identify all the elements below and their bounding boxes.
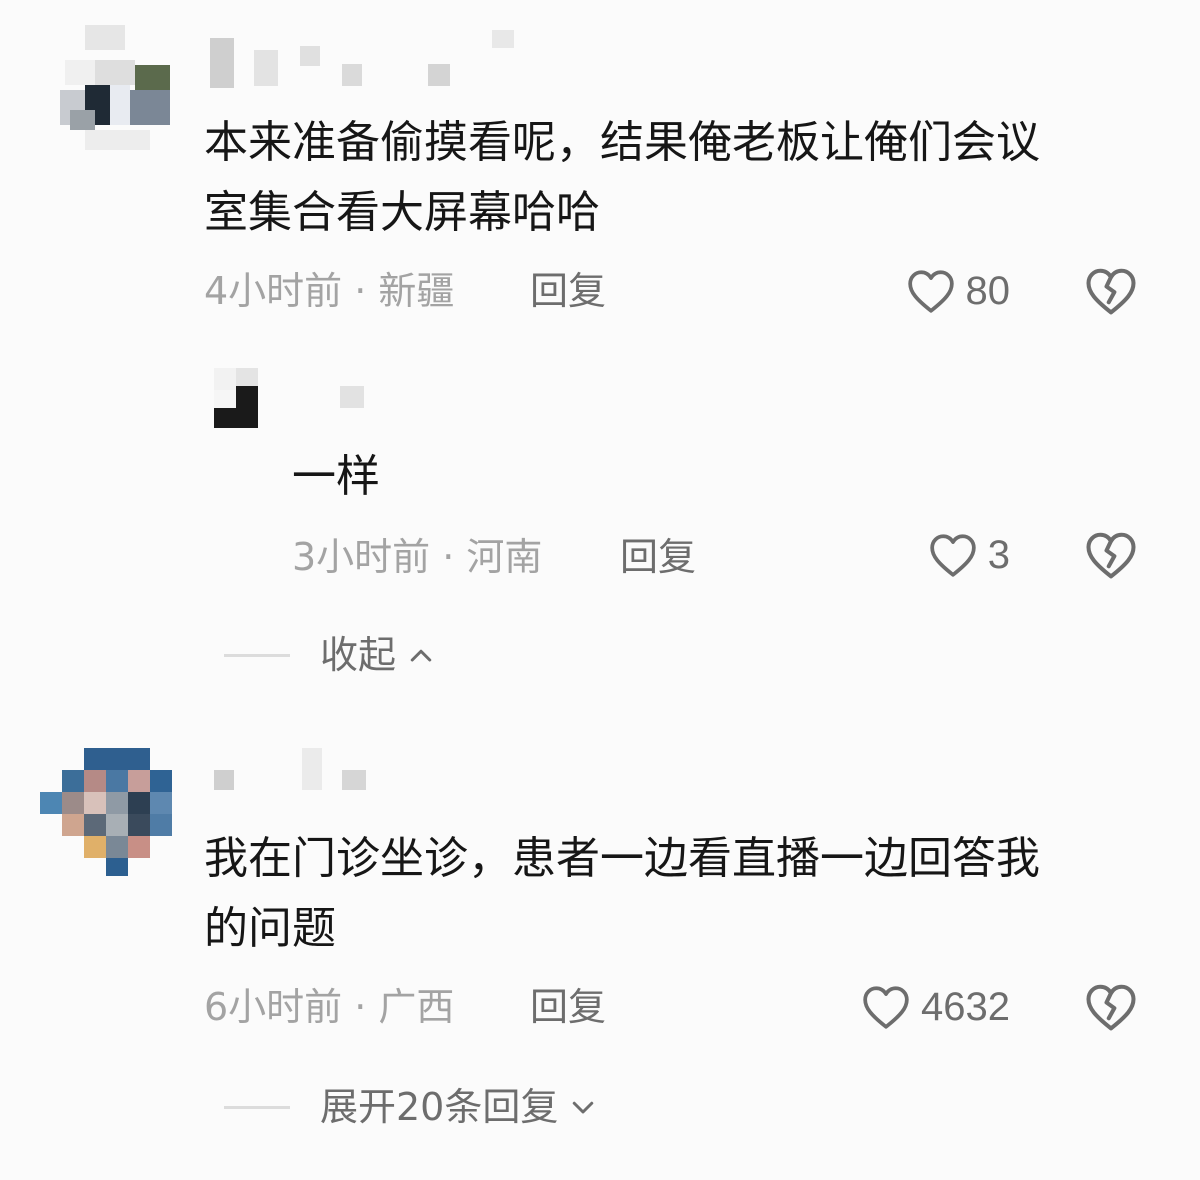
- reply-text: 一样: [292, 451, 380, 502]
- avatar[interactable]: [40, 748, 172, 876]
- like-count: 3: [987, 533, 1010, 577]
- heart-outline-icon: [907, 270, 954, 313]
- dislike-button[interactable]: [1084, 982, 1138, 1032]
- divider: [224, 1105, 290, 1109]
- dislike-button[interactable]: [1084, 530, 1138, 580]
- heart-outline-icon: [930, 534, 976, 577]
- like-button[interactable]: 4632: [810, 982, 1010, 1032]
- reply-meta: 3小时前 · 河南: [292, 535, 543, 579]
- broken-heart-icon: [1086, 532, 1136, 579]
- expand-label: 展开20条回复: [320, 1085, 559, 1129]
- comment-meta: 4小时前 · 新疆: [204, 269, 455, 313]
- collapse-replies-button[interactable]: 收起: [224, 632, 438, 678]
- reply-button[interactable]: 回复: [530, 984, 606, 1030]
- divider: [224, 653, 290, 657]
- collapse-label: 收起: [320, 633, 397, 677]
- like-count: 4632: [921, 985, 1010, 1029]
- broken-heart-icon: [1086, 268, 1136, 315]
- chevron-down-icon: [573, 1101, 594, 1114]
- reply-button[interactable]: 回复: [530, 268, 606, 314]
- comment-text: 本来准备偷摸看呢，结果俺老板让俺们会议 室集合看大屏幕哈哈: [204, 117, 1040, 238]
- dislike-button[interactable]: [1084, 266, 1138, 316]
- chevron-up-icon: [410, 649, 432, 662]
- reply-button[interactable]: 回复: [620, 534, 696, 580]
- heart-outline-icon: [863, 986, 909, 1029]
- broken-heart-icon: [1086, 984, 1136, 1031]
- comment-meta: 6小时前 · 广西: [204, 985, 455, 1029]
- like-button[interactable]: 80: [860, 266, 1010, 316]
- comment-text: 我在门诊坐诊，患者一边看直播一边回答我 的问题: [204, 833, 1040, 954]
- like-count: 80: [965, 269, 1011, 313]
- like-button[interactable]: 3: [880, 530, 1010, 580]
- avatar[interactable]: [214, 368, 258, 430]
- username[interactable]: [210, 748, 370, 798]
- username[interactable]: [340, 386, 366, 410]
- avatar[interactable]: [50, 20, 175, 155]
- expand-replies-button[interactable]: 展开20条回复: [224, 1084, 600, 1130]
- username[interactable]: [210, 30, 520, 90]
